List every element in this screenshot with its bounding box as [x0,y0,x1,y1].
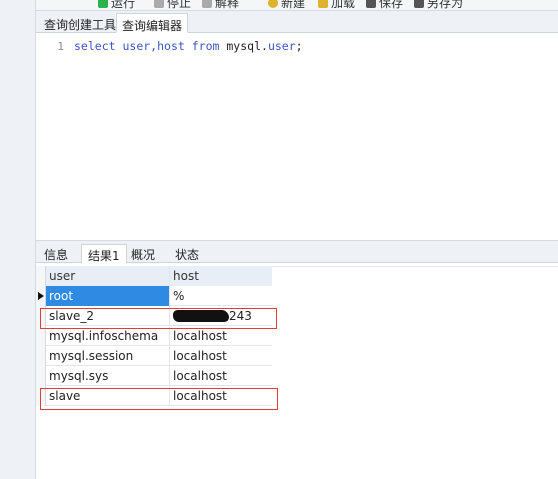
tab-status[interactable]: 状态 [169,244,205,264]
editor-tab-bar: 查询创建工具 查询编辑器 [36,11,558,33]
cell-user[interactable]: mysql.session [46,346,170,366]
save-button[interactable]: 保存 [366,0,403,10]
tab-query-editor[interactable]: 查询编辑器 [116,13,189,33]
cell-host[interactable]: localhost [170,326,272,346]
row-indicator [36,346,46,366]
table-row[interactable]: mysql.sys localhost [36,366,272,386]
cell-user[interactable]: mysql.infoschema [46,326,170,346]
run-button[interactable]: 运行 [98,0,135,10]
tab-profile[interactable]: 概况 [125,244,161,264]
code-semicolon: ; [295,39,303,53]
code-table: user [267,39,296,53]
grid-divider [272,266,558,267]
toolbar: 运行 停止 解释 新建 加载 保存 另存为 [36,0,558,11]
highlight-box-slave-2 [40,308,277,329]
cell-host[interactable]: localhost [170,366,272,386]
tab-result-1[interactable]: 结果1 [81,244,127,264]
column-header-user[interactable]: user [46,266,170,286]
cell-user[interactable]: mysql.sys [46,366,170,386]
highlight-box-slave [40,388,278,410]
cell-host[interactable]: % [170,286,272,306]
sql-editor[interactable]: 1 select user,host from mysql.user; [36,33,558,240]
code-database: mysql [226,39,261,53]
result-grid[interactable]: user host root % slave_2 243 mysql.infos… [36,266,272,406]
code-dot: . [261,39,268,53]
line-number: 1 [57,40,64,53]
cell-user[interactable]: root [46,286,170,306]
explain-button[interactable]: 解释 [202,0,239,10]
tab-query-builder[interactable]: 查询创建工具 [39,13,121,33]
current-row-arrow-icon [38,292,44,300]
load-icon [318,0,328,8]
table-row[interactable]: root % [36,286,272,306]
column-header-host[interactable]: host [170,266,272,286]
table-row[interactable]: mysql.session localhost [36,346,272,366]
result-tab-bar: 信息 结果1 概况 状态 [36,240,558,264]
code-columns: user,host [122,39,185,53]
run-icon [98,0,108,8]
tab-info[interactable]: 信息 [38,244,74,264]
new-icon [268,0,278,8]
save-as-button[interactable]: 另存为 [414,0,463,10]
row-indicator [36,286,46,306]
left-panel-strip [0,0,36,479]
load-button[interactable]: 加载 [318,0,355,10]
table-row[interactable]: mysql.infoschema localhost [36,326,272,346]
grid-header-row: user host [36,266,272,286]
row-indicator [36,326,46,346]
new-button[interactable]: 新建 [268,0,305,10]
save-icon [366,0,376,8]
sql-code-line[interactable]: select user,host from mysql.user; [74,39,303,53]
explain-icon [202,0,212,8]
row-indicator [36,366,46,386]
keyword-select: select [74,39,116,53]
row-indicator [36,266,46,286]
stop-icon [154,0,164,8]
cell-host[interactable]: localhost [170,346,272,366]
keyword-from: from [191,39,220,53]
save-as-icon [414,0,424,8]
stop-button[interactable]: 停止 [154,0,191,10]
